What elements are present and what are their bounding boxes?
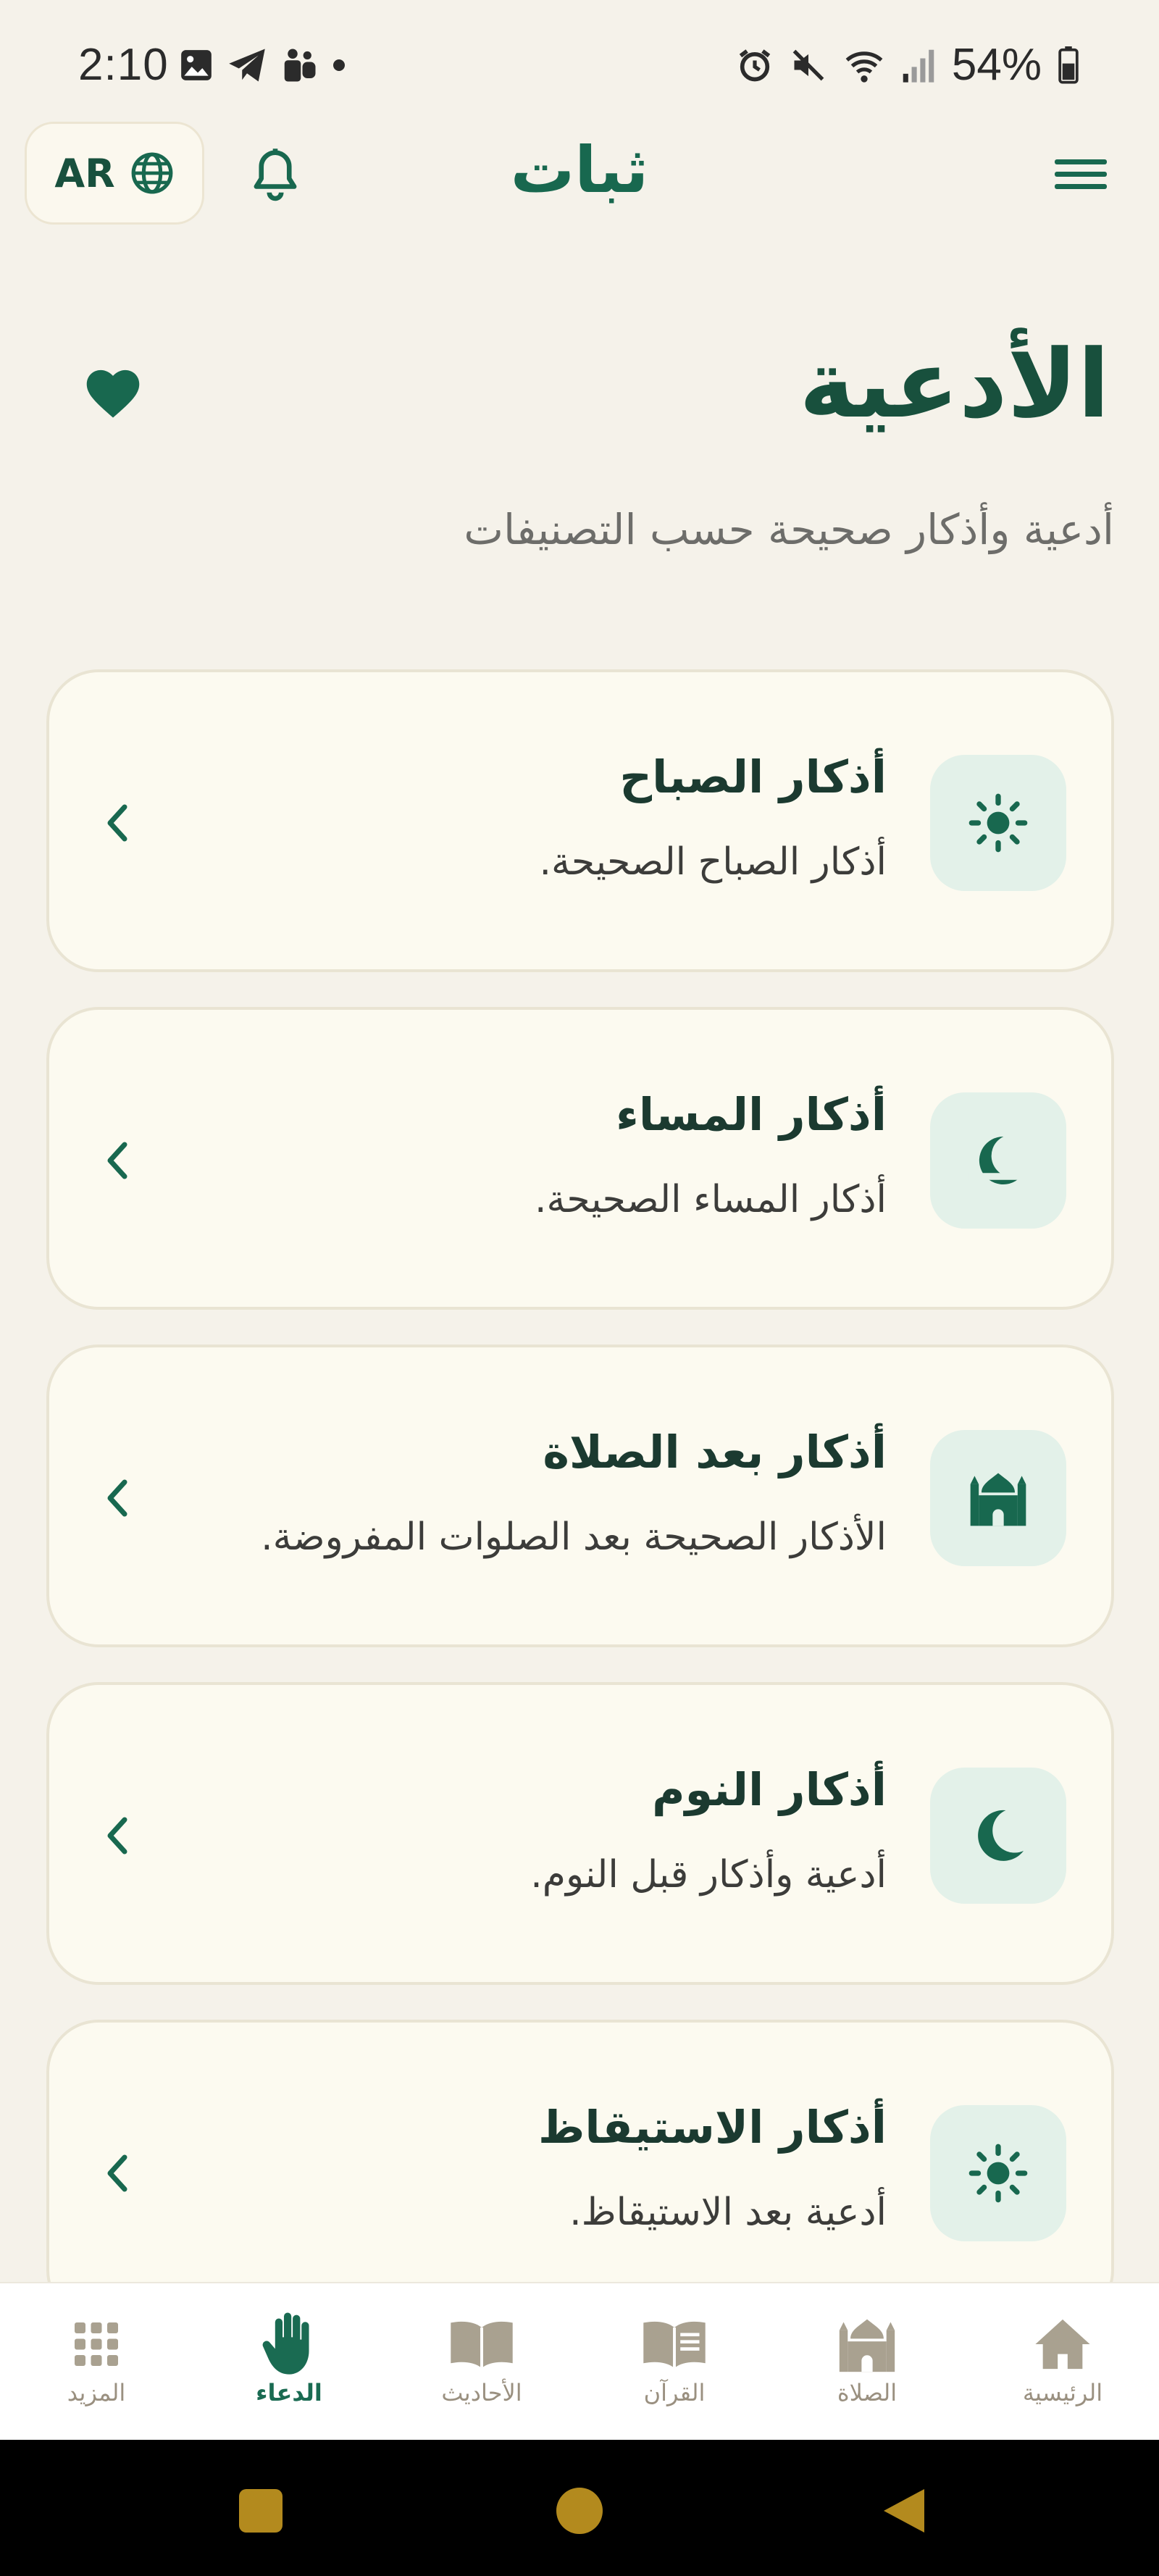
- category-card-evening[interactable]: أذكار المساء أذكار المساء الصحيحة.: [46, 1007, 1114, 1310]
- battery-icon: [1058, 46, 1079, 84]
- nav-label: الدعاء: [256, 2379, 322, 2406]
- card-icon-tile: [930, 2105, 1066, 2241]
- category-card-morning[interactable]: أذكار الصباح أذكار الصباح الصحيحة.: [46, 669, 1114, 972]
- language-switch-button[interactable]: AR: [25, 122, 204, 225]
- nav-item-quran[interactable]: القرآن: [578, 2283, 771, 2441]
- card-description: أدعية وأذكار قبل النوم.: [530, 1853, 887, 1897]
- teams-icon: [284, 49, 316, 82]
- home-icon: [1035, 2319, 1090, 2370]
- card-description: أذكار المساء الصحيحة.: [534, 1178, 887, 1221]
- card-title: أذكار الاستيقاظ: [538, 2101, 887, 2154]
- card-icon-tile: [930, 755, 1066, 891]
- chevron-left-icon: [107, 1817, 127, 1854]
- card-icon-tile: [930, 1092, 1066, 1229]
- sunset-icon: [968, 1136, 1028, 1184]
- category-card-waking[interactable]: أذكار الاستيقاظ أدعية بعد الاستيقاظ.: [46, 2020, 1114, 2322]
- mosque-icon: [970, 1473, 1026, 1526]
- nav-label: القرآن: [643, 2379, 706, 2406]
- menu-button[interactable]: [1050, 151, 1110, 198]
- card-title: أذكار المساء: [616, 1088, 887, 1141]
- home-system-button[interactable]: [551, 2482, 608, 2540]
- mosque-icon: [839, 2319, 895, 2372]
- sun-icon: [968, 793, 1028, 853]
- nav-item-home[interactable]: الرئيسية: [966, 2283, 1159, 2441]
- nav-item-dua[interactable]: الدعاء: [193, 2283, 385, 2441]
- chevron-left-icon: [107, 1479, 127, 1517]
- bell-icon: [254, 149, 297, 201]
- language-label: AR: [54, 150, 115, 196]
- nav-item-prayer[interactable]: الصلاة: [771, 2283, 963, 2441]
- card-title: أذكار الصباح: [619, 750, 887, 803]
- card-description: أدعية بعد الاستيقاظ.: [569, 2191, 887, 2234]
- notifications-button[interactable]: [246, 142, 304, 207]
- heart-icon: [86, 369, 140, 418]
- status-bar: 2:10 54%: [0, 0, 1159, 116]
- card-icon-tile: [930, 1768, 1066, 1904]
- recents-button[interactable]: [232, 2482, 290, 2540]
- quran-icon: [643, 2321, 706, 2368]
- alarm-icon: [739, 49, 771, 81]
- card-icon-tile: [930, 1430, 1066, 1566]
- battery-percent: 54%: [951, 40, 1042, 90]
- recents-icon: [239, 2489, 283, 2533]
- chevron-left-icon: [107, 1142, 127, 1179]
- nav-label: الأحاديث: [441, 2379, 522, 2406]
- card-title: أذكار بعد الصلاة: [543, 1426, 887, 1479]
- app-title: ثبات: [510, 133, 649, 207]
- page-subtitle: أدعية وأذكار صحيحة حسب التصنيفات: [464, 505, 1114, 554]
- nav-item-hadith[interactable]: الأحاديث: [385, 2283, 578, 2441]
- telegram-icon: [229, 49, 265, 82]
- chevron-left-icon: [107, 2154, 127, 2192]
- status-notification-icons: [178, 43, 346, 87]
- open-book-icon: [451, 2321, 513, 2368]
- back-triangle-icon: [884, 2489, 924, 2533]
- grid-icon: [75, 2322, 118, 2366]
- category-card-after-prayer[interactable]: أذكار بعد الصلاة الأذكار الصحيحة بعد الص…: [46, 1345, 1114, 1647]
- status-time: 2:10: [78, 40, 169, 90]
- card-description: الأذكار الصحيحة بعد الصلوات المفروضة.: [261, 1515, 887, 1559]
- category-card-sleep[interactable]: أذكار النوم أدعية وأذكار قبل النوم.: [46, 1682, 1114, 1985]
- page-title: الأدعية: [799, 329, 1110, 439]
- nav-label: الرئيسية: [1022, 2379, 1103, 2406]
- card-title: أذكار النوم: [652, 1763, 887, 1816]
- system-navigation-bar: [0, 2440, 1159, 2576]
- image-icon: [181, 50, 212, 80]
- chevron-left-icon: [107, 804, 127, 842]
- dot-icon: [333, 59, 345, 71]
- moon-icon: [978, 1810, 1024, 1861]
- globe-icon: [131, 152, 173, 194]
- bottom-navigation: المزيد الدعاء الأحاديث القرآن الصلاة الر…: [0, 2282, 1159, 2441]
- home-circle-icon: [556, 2488, 603, 2534]
- back-button[interactable]: [876, 2482, 934, 2540]
- nav-label: المزيد: [67, 2379, 126, 2406]
- hand-icon: [262, 2312, 309, 2375]
- hamburger-icon: [1055, 159, 1107, 189]
- nav-label: الصلاة: [837, 2379, 898, 2406]
- signal-icon: [903, 49, 934, 83]
- card-description: أذكار الصباح الصحيحة.: [539, 840, 887, 884]
- sun-icon: [968, 2144, 1028, 2203]
- mute-icon: [792, 49, 824, 80]
- nav-item-more[interactable]: المزيد: [0, 2283, 193, 2441]
- favorites-button[interactable]: [78, 358, 148, 427]
- wifi-icon: [845, 51, 883, 83]
- status-system-icons: 54%: [736, 39, 1079, 91]
